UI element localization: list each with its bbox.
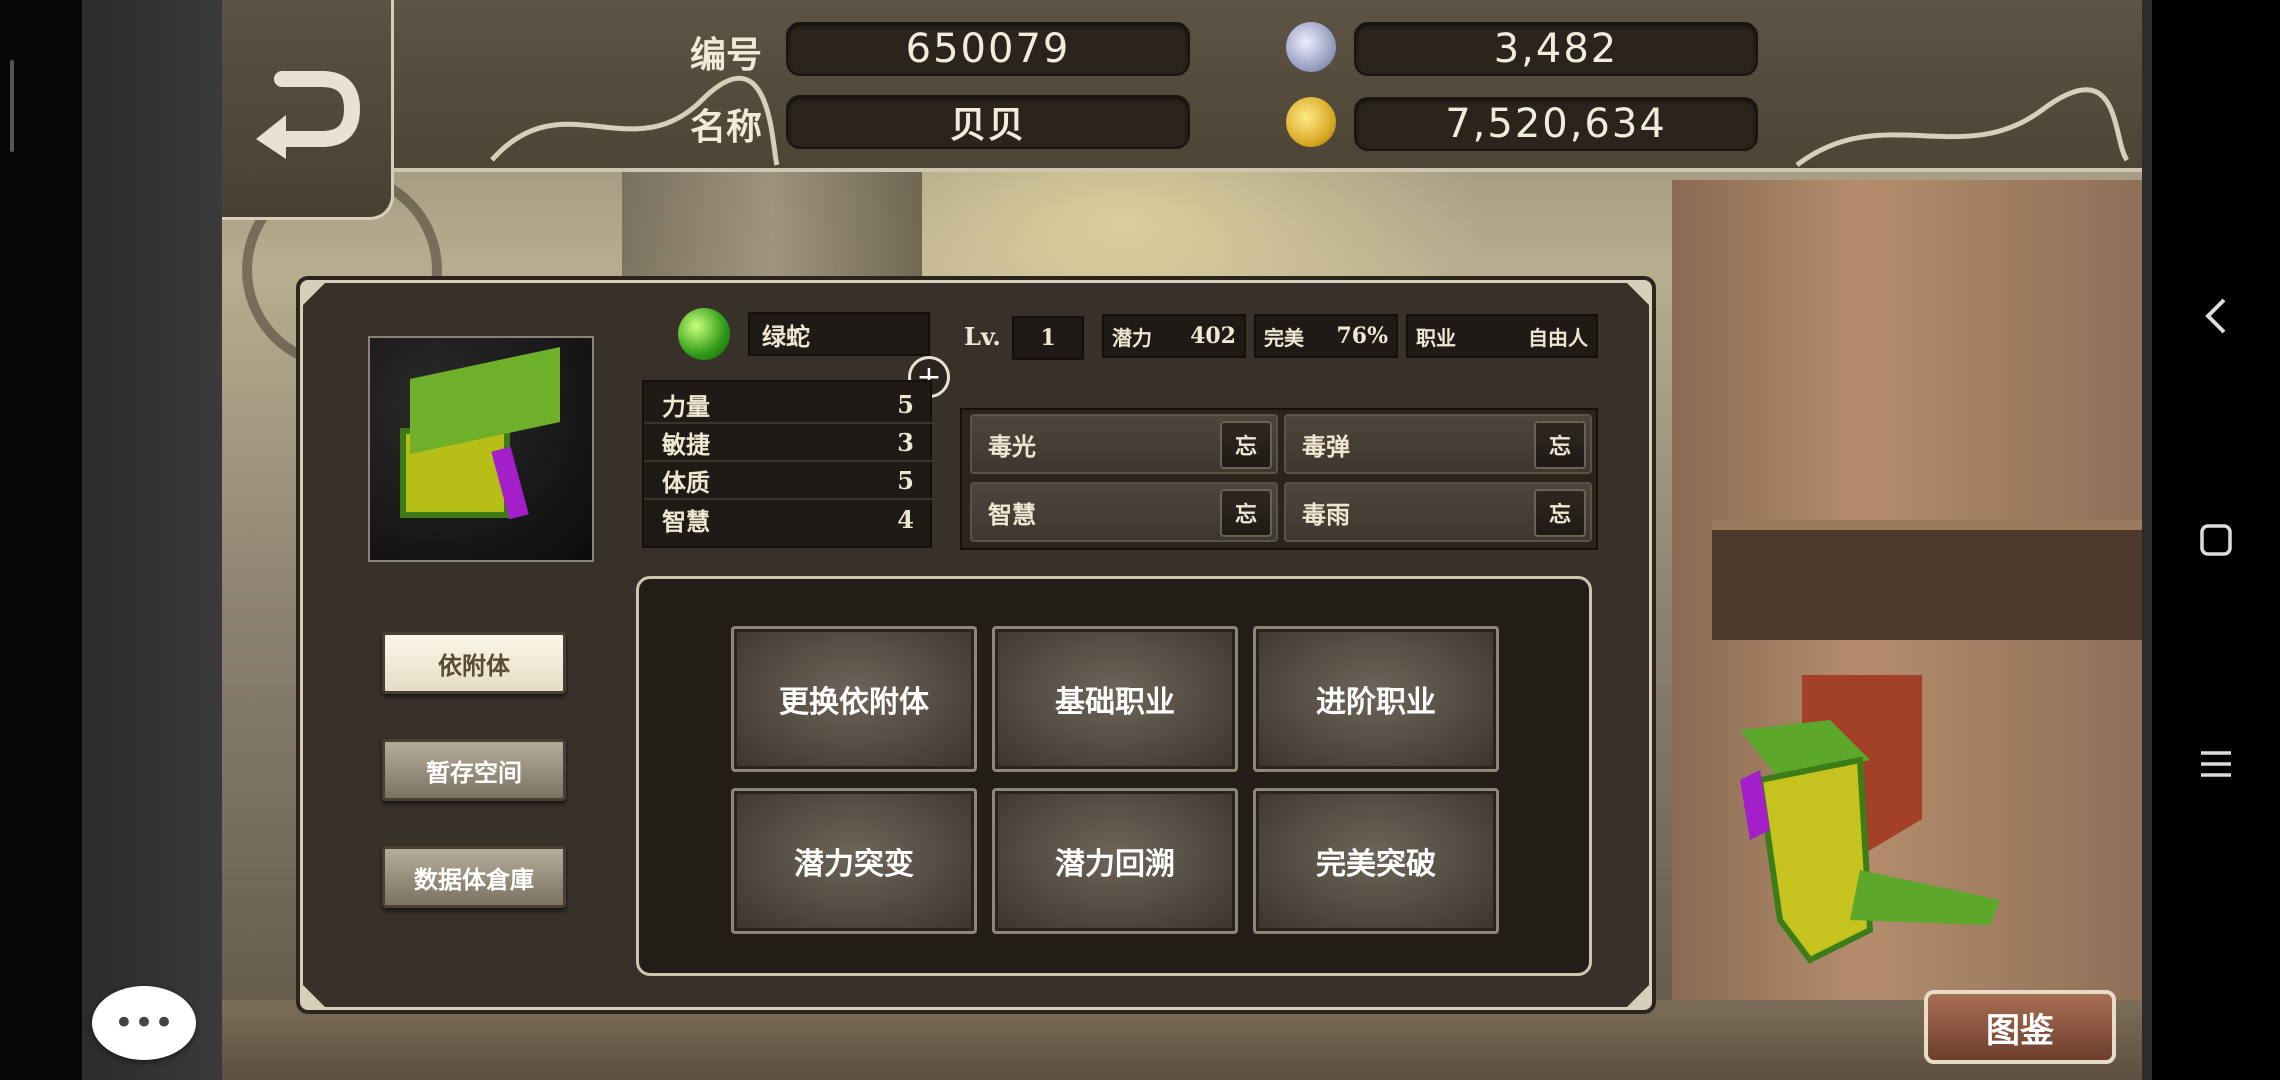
game-right-margin: [2142, 0, 2152, 1080]
attribute-row: 智慧 4: [644, 500, 934, 538]
gem-icon: [1286, 22, 1336, 72]
green-orb-icon: [678, 308, 730, 360]
panel-corner: [303, 985, 325, 1007]
forget-skill-button[interactable]: 忘: [1534, 489, 1586, 537]
attribute-label: 敏捷: [662, 429, 710, 459]
perfect-label: 完美: [1264, 325, 1304, 350]
id-label: 编号: [690, 34, 763, 76]
job-stat: 职业 自由人: [1406, 314, 1598, 358]
attribute-row: 体质 5: [644, 462, 934, 500]
skill-slot[interactable]: 毒雨 忘: [1284, 482, 1592, 542]
potential-mutation-button[interactable]: 潜力突变: [731, 788, 977, 934]
potential-stat: 潜力 402: [1102, 314, 1246, 358]
bg-balcony: [1712, 520, 2142, 640]
name-field[interactable]: 贝贝: [786, 95, 1190, 149]
attribute-list: 力量 5 敏捷 3 体质 5 智慧 4: [642, 380, 934, 548]
level-value: 1: [1012, 316, 1084, 360]
skill-list: 毒光 忘 毒弹 忘 智慧 忘 毒雨 忘: [960, 408, 1598, 550]
screen-left-edge: [0, 0, 82, 1080]
attribute-label: 智慧: [662, 506, 710, 536]
attribute-label: 体质: [662, 467, 710, 497]
chat-bubble-icon: •••: [113, 1003, 175, 1043]
back-arrow-icon: [255, 70, 360, 159]
attribute-value: 5: [897, 465, 914, 495]
skill-name: 毒雨: [1302, 499, 1350, 529]
skill-slot[interactable]: 毒弹 忘: [1284, 414, 1592, 474]
side-tab-host[interactable]: 依附体: [382, 632, 566, 694]
attribute-label: 力量: [662, 391, 710, 421]
perfect-breakthrough-button[interactable]: 完美突破: [1253, 788, 1499, 934]
forget-skill-button[interactable]: 忘: [1534, 421, 1586, 469]
level-label: Lv.: [964, 322, 1001, 351]
attribute-value: 4: [897, 504, 914, 534]
notch-indicator: [10, 60, 14, 152]
skill-name: 毒弹: [1302, 431, 1350, 461]
attribute-row: 敏捷 3: [644, 424, 934, 462]
forget-skill-button[interactable]: 忘: [1220, 421, 1272, 469]
potential-rewind-button[interactable]: 潜力回溯: [992, 788, 1238, 934]
gold-coin-icon: [1286, 97, 1336, 147]
nav-back-icon[interactable]: [2152, 286, 2280, 346]
attribute-value: 3: [897, 427, 914, 457]
system-nav-bar: [2152, 0, 2280, 1080]
game-left-margin: [82, 0, 222, 1080]
bg-ground: [222, 1000, 2142, 1080]
id-field: 650079: [786, 22, 1190, 76]
perfect-value: 76%: [1336, 323, 1388, 349]
forget-skill-button[interactable]: 忘: [1220, 489, 1272, 537]
panel-corner: [303, 283, 325, 305]
skill-slot[interactable]: 毒光 忘: [970, 414, 1278, 474]
pet-species-name: 绿蛇: [748, 312, 930, 356]
pet-portrait: [368, 336, 594, 562]
chat-button[interactable]: •••: [92, 986, 196, 1060]
perfect-stat: 完美 76%: [1254, 314, 1398, 358]
job-label: 职业: [1416, 325, 1456, 350]
back-button[interactable]: [222, 0, 394, 220]
skill-name: 智慧: [988, 499, 1036, 529]
nav-home-icon[interactable]: [2152, 510, 2280, 570]
change-host-button[interactable]: 更换依附体: [731, 626, 977, 772]
skill-slot[interactable]: 智慧 忘: [970, 482, 1278, 542]
panel-corner: [1627, 283, 1649, 305]
potential-value: 402: [1190, 323, 1236, 349]
pet-3d-model: [1740, 720, 2000, 964]
currency-1-field: 3,482: [1354, 22, 1758, 76]
attribute-row: 力量 5: [644, 386, 934, 424]
currency-2-field: 7,520,634: [1354, 97, 1758, 151]
skill-name: 毒光: [988, 431, 1036, 461]
potential-label: 潜力: [1112, 325, 1152, 350]
side-tab-warehouse[interactable]: 数据体倉庫: [382, 846, 566, 908]
basic-job-button[interactable]: 基础职业: [992, 626, 1238, 772]
attribute-value: 5: [897, 389, 914, 419]
codex-button[interactable]: 图鉴: [1924, 990, 2116, 1064]
side-tab-storage[interactable]: 暂存空间: [382, 739, 566, 801]
advanced-job-button[interactable]: 进阶职业: [1253, 626, 1499, 772]
name-label: 名称: [690, 106, 763, 148]
nav-menu-icon[interactable]: [2152, 734, 2280, 794]
panel-corner: [1627, 985, 1649, 1007]
header-ornament-right: [1795, 87, 2130, 167]
portrait-snake-head: [410, 347, 560, 454]
job-value: 自由人: [1528, 325, 1588, 350]
